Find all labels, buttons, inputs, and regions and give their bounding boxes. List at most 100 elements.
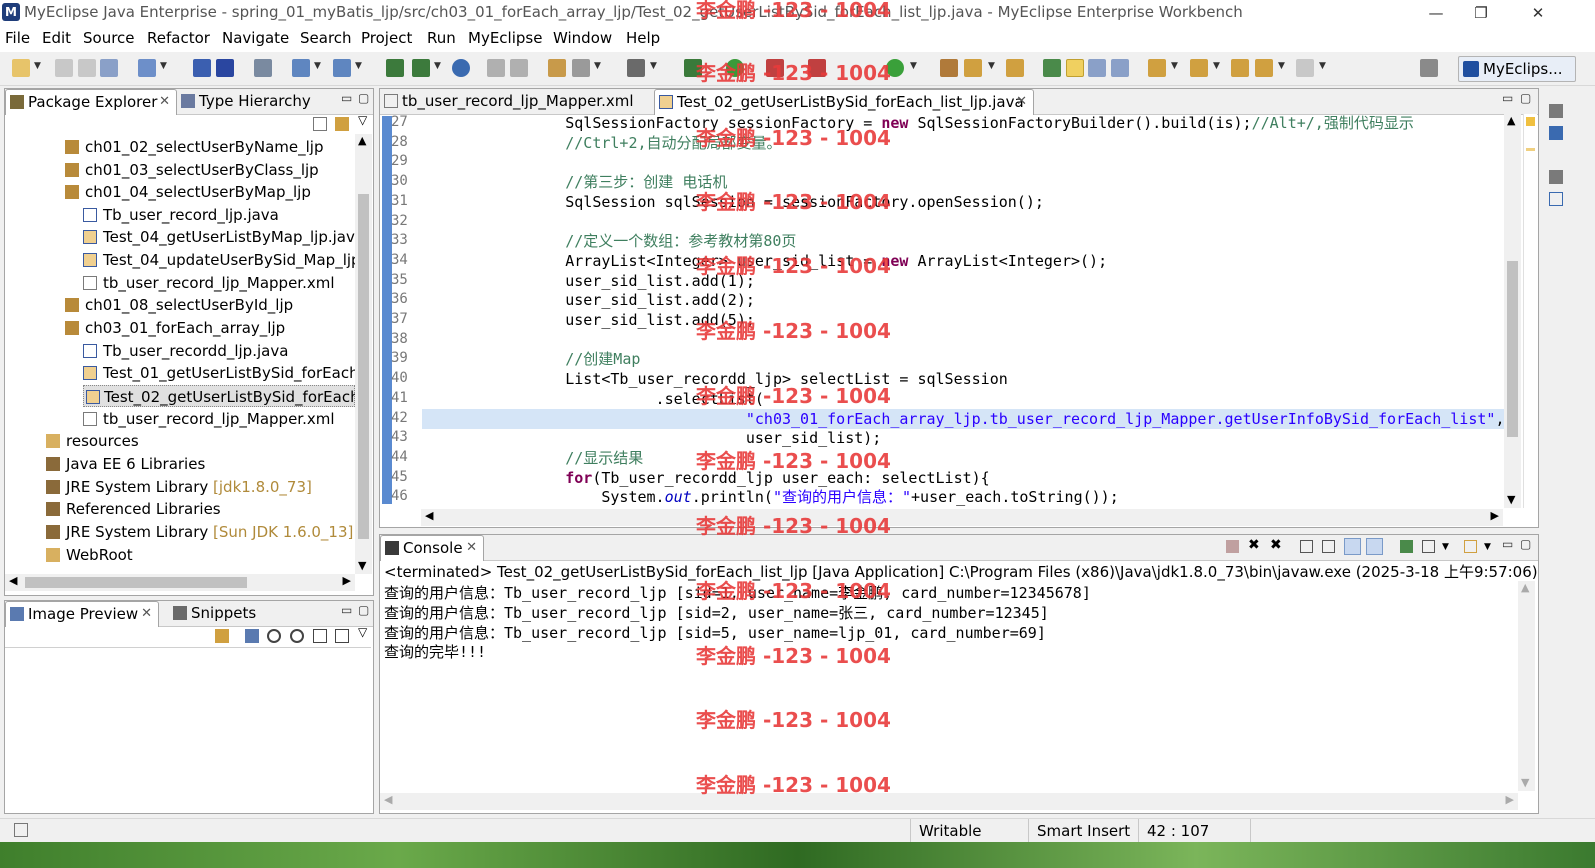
- search-tool-icon[interactable]: [572, 59, 590, 77]
- tab-snippets[interactable]: Snippets: [169, 601, 263, 627]
- tree-item[interactable]: tb_user_record_ljp_Mapper.xml: [83, 272, 335, 294]
- menu-navigate[interactable]: Navigate: [222, 29, 289, 47]
- save-icon[interactable]: [55, 59, 73, 77]
- display-console-icon[interactable]: [1422, 540, 1435, 553]
- tab-mapper-xml[interactable]: tb_user_record_ljp_Mapper.xml: [380, 89, 644, 115]
- remove-launch-icon[interactable]: ✖: [1248, 537, 1260, 553]
- tree-item-selected[interactable]: Test_02_getUserListBySid_forEach_: [83, 385, 355, 407]
- mark-occurrences-icon[interactable]: [1066, 59, 1084, 77]
- outline-icon[interactable]: [1549, 126, 1563, 140]
- tree-item[interactable]: ch01_03_selectUserByClass_ljp: [65, 159, 319, 181]
- new-package-icon[interactable]: [412, 59, 430, 77]
- tree-item[interactable]: JRE System Library [Sun JDK 1.6.0_13]: [46, 521, 353, 543]
- previous-annotation-icon[interactable]: [1190, 59, 1208, 77]
- close-icon[interactable]: ✕: [1016, 90, 1027, 114]
- minimize-view-icon[interactable]: ▭: [1502, 91, 1513, 105]
- menu-source[interactable]: Source: [83, 29, 135, 47]
- menu-file[interactable]: File: [5, 29, 30, 47]
- console-vertical-scrollbar[interactable]: ▲ ▼: [1518, 581, 1535, 791]
- close-button[interactable]: ✕: [1515, 0, 1561, 26]
- close-icon[interactable]: ✕: [141, 602, 152, 626]
- tree-item[interactable]: ch01_04_selectUserByMap_ljp: [65, 181, 311, 203]
- editor-horizontal-scrollbar[interactable]: ◀ ▶: [421, 509, 1503, 526]
- back-icon[interactable]: [1255, 59, 1273, 77]
- tree-item[interactable]: resources: [46, 430, 139, 452]
- web-browser-icon[interactable]: [452, 59, 470, 77]
- run-tool-icon[interactable]: [292, 59, 310, 77]
- tree-item[interactable]: tb_user_record_ljp_Mapper.xml: [83, 408, 335, 430]
- terminate-icon[interactable]: [1226, 540, 1239, 553]
- editor-vertical-scrollbar[interactable]: ▲ ▼: [1504, 114, 1521, 508]
- actual-size-icon[interactable]: [313, 629, 327, 643]
- open-folder-icon[interactable]: [940, 59, 958, 77]
- open-perspective-icon[interactable]: [1420, 59, 1438, 77]
- view-menu-icon[interactable]: ▽: [358, 625, 367, 639]
- view-menu-icon[interactable]: ▽: [358, 113, 367, 127]
- external-tools-icon[interactable]: [333, 59, 351, 77]
- show-on-stderr-icon[interactable]: [1366, 538, 1383, 555]
- tab-image-preview[interactable]: Image Preview ✕: [5, 601, 159, 627]
- tree-item[interactable]: Referenced Libraries: [46, 498, 221, 520]
- open-resource-icon[interactable]: [1006, 59, 1024, 77]
- code-line[interactable]: //创建Map: [493, 350, 640, 370]
- tree-item[interactable]: ch01_08_selectUserById_ljp: [65, 294, 293, 316]
- restore-button[interactable]: ❐: [1458, 0, 1504, 26]
- screenshot-icon[interactable]: [627, 59, 645, 77]
- tree-item[interactable]: Tb_user_recordd_ljp.java: [83, 340, 288, 362]
- last-edit-icon[interactable]: [1231, 59, 1249, 77]
- minimize-button[interactable]: —: [1413, 0, 1459, 26]
- overview-ruler[interactable]: [1523, 114, 1537, 508]
- code-line[interactable]: //显示结果: [493, 449, 643, 469]
- maximize-view-icon[interactable]: ▢: [358, 603, 369, 617]
- code-editor[interactable]: SqlSessionFactory sessionFactory = new S…: [493, 114, 1503, 508]
- open-type-icon[interactable]: [254, 59, 272, 77]
- menu-help[interactable]: Help: [626, 29, 660, 47]
- code-line[interactable]: SqlSessionFactory sessionFactory = new S…: [493, 114, 1414, 134]
- scroll-lock-icon[interactable]: [1322, 540, 1335, 553]
- toggle-breadcrumb-icon[interactable]: [1043, 59, 1061, 77]
- close-icon[interactable]: ✕: [466, 536, 477, 560]
- next-annotation-icon[interactable]: [1148, 59, 1166, 77]
- menu-run[interactable]: Run: [427, 29, 456, 47]
- tree-item[interactable]: WebRoot: [46, 544, 133, 566]
- show-on-stdout-icon[interactable]: [1344, 538, 1361, 555]
- perspective-myeclipse-button[interactable]: MyEclips...: [1458, 56, 1576, 82]
- back-history-icon[interactable]: [487, 59, 505, 77]
- new-server-icon[interactable]: [138, 59, 156, 77]
- menu-edit[interactable]: Edit: [42, 29, 71, 47]
- code-line[interactable]: System.out.println("查询的用户信息："+user_each.…: [493, 488, 1118, 508]
- maximize-view-icon[interactable]: ▢: [1520, 537, 1531, 551]
- tree-item[interactable]: JRE System Library [jdk1.8.0_73]: [46, 476, 312, 498]
- code-line[interactable]: //第三步：创建 电话机: [493, 173, 727, 193]
- tree-horizontal-scrollbar[interactable]: ◀ ▶: [5, 574, 355, 591]
- maximize-view-icon[interactable]: ▢: [1520, 91, 1531, 105]
- menu-project[interactable]: Project: [361, 29, 412, 47]
- tab-console[interactable]: Console ✕: [380, 535, 484, 561]
- task-list-icon[interactable]: [1549, 192, 1563, 206]
- fit-image-icon[interactable]: [245, 629, 259, 643]
- block-selection-icon[interactable]: [1088, 59, 1106, 77]
- zoom-out-icon[interactable]: [267, 629, 281, 643]
- tree-item[interactable]: ch01_02_selectUserByName_ljp: [65, 136, 323, 158]
- fast-view-icon[interactable]: [14, 823, 28, 837]
- maximize-view-icon[interactable]: ▢: [358, 91, 369, 105]
- fit-window-icon[interactable]: [335, 629, 349, 643]
- restore-icon[interactable]: [1549, 170, 1563, 184]
- new-java-project-icon[interactable]: [386, 59, 404, 77]
- minimize-view-icon[interactable]: ▭: [341, 603, 352, 617]
- code-line[interactable]: "ch03_01_forEach_array_ljp.tb_user_recor…: [493, 410, 1503, 430]
- tree-item[interactable]: Test_04_getUserListByMap_ljp.java: [83, 226, 355, 248]
- tree-item[interactable]: Test_04_updateUserBySid_Map_ljp: [83, 249, 355, 271]
- tab-test-02-java[interactable]: Test_02_getUserListBySid_forEach_list_lj…: [654, 89, 1034, 115]
- zoom-in-icon[interactable]: [290, 629, 304, 643]
- collapse-all-icon[interactable]: [313, 117, 327, 131]
- close-icon[interactable]: ✕: [159, 90, 170, 114]
- tab-package-explorer[interactable]: Package Explorer ✕: [5, 89, 177, 115]
- tree-item[interactable]: Tb_user_record_ljp.java: [83, 204, 279, 226]
- clear-console-icon[interactable]: [1300, 540, 1313, 553]
- menu-window[interactable]: Window: [553, 29, 612, 47]
- tree-vertical-scrollbar[interactable]: ▲ ▼: [355, 134, 372, 574]
- link-with-editor-icon[interactable]: [335, 117, 349, 131]
- pen-icon[interactable]: [964, 59, 982, 77]
- tree-item[interactable]: Java EE 6 Libraries: [46, 453, 205, 475]
